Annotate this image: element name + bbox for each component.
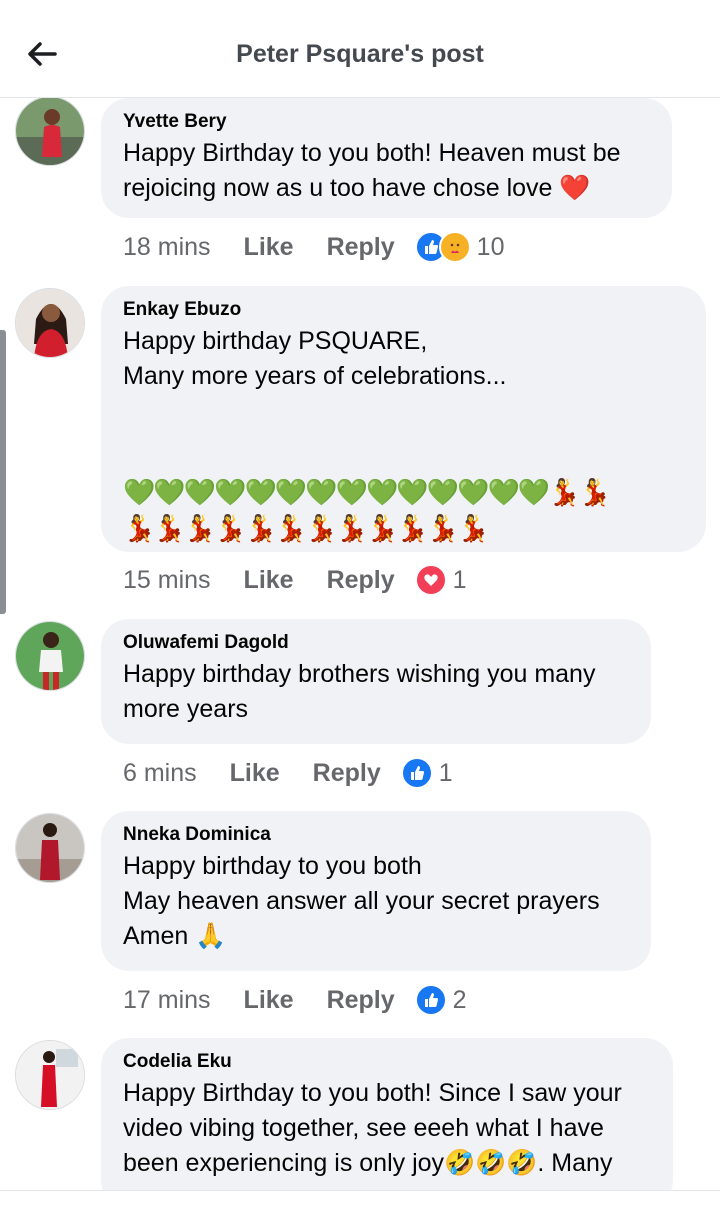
reaction-count: 1 xyxy=(452,565,467,594)
avatar-photo xyxy=(16,98,84,165)
comment-author[interactable]: Yvette Bery xyxy=(123,110,650,134)
reaction-count: 10 xyxy=(476,232,505,261)
avatar[interactable] xyxy=(15,813,85,883)
avatar[interactable] xyxy=(15,1040,85,1110)
reactions-summary[interactable]: 10 xyxy=(414,231,505,263)
comment-author[interactable]: Oluwafemi Dagold xyxy=(123,631,629,655)
reactions-summary[interactable]: 2 xyxy=(414,984,467,1016)
comment-bubble[interactable]: Nneka Dominica Happy birthday to you bot… xyxy=(101,811,651,971)
avatar-photo xyxy=(16,814,84,882)
reply-button[interactable]: Reply xyxy=(327,233,395,262)
reactions-summary[interactable]: 1 xyxy=(414,564,467,596)
reply-button[interactable]: Reply xyxy=(327,986,395,1015)
comment-text: Happy Birthday to you both! Since I saw … xyxy=(123,1079,622,1177)
reaction-count: 1 xyxy=(438,758,453,787)
comment-emojis: 💚💚💚💚💚💚💚💚💚💚💚💚💚💚💃💃 💃💃💃💃💃💃💃💃💃💃💃💃 xyxy=(123,477,611,543)
reply-button[interactable]: Reply xyxy=(313,759,381,788)
page-title: Peter Psquare's post xyxy=(236,40,484,68)
reaction-count: 2 xyxy=(452,985,467,1014)
avatar-photo xyxy=(16,289,84,357)
comment-bubble[interactable]: Enkay Ebuzo Happy birthday PSQUARE, Many… xyxy=(101,286,706,552)
comment-text: Happy birthday to you both May heaven an… xyxy=(123,852,600,950)
like-icon xyxy=(414,984,447,1016)
comment-actions: 15 mins Like Reply 1 xyxy=(123,564,467,596)
comment-time[interactable]: 18 mins xyxy=(123,233,211,262)
comment-author[interactable]: Nneka Dominica xyxy=(123,823,629,847)
comment-author[interactable]: Enkay Ebuzo xyxy=(123,298,684,322)
comment-text: Happy Birthday to you both! Heaven must … xyxy=(123,139,621,202)
care-icon xyxy=(438,231,471,263)
comment-text: Happy birthday PSQUARE, Many more years … xyxy=(123,327,507,390)
comment-bubble[interactable]: Yvette Bery Happy Birthday to you both! … xyxy=(101,98,672,218)
comment-time[interactable]: 6 mins xyxy=(123,759,197,788)
reply-button[interactable]: Reply xyxy=(327,566,395,595)
like-button[interactable]: Like xyxy=(244,986,294,1015)
avatar[interactable] xyxy=(15,98,85,166)
comment-bubble[interactable]: Codelia Eku Happy Birthday to you both! … xyxy=(101,1038,673,1190)
love-icon xyxy=(414,564,447,596)
post-header: Peter Psquare's post xyxy=(0,14,720,98)
bottom-edge xyxy=(0,1190,720,1205)
avatar[interactable] xyxy=(15,621,85,691)
comment-author[interactable]: Codelia Eku xyxy=(123,1050,651,1074)
like-button[interactable]: Like xyxy=(230,759,280,788)
comment-time[interactable]: 15 mins xyxy=(123,566,211,595)
comment-text: Happy birthday brothers wishing you many… xyxy=(123,660,596,723)
status-bar xyxy=(0,0,720,14)
like-button[interactable]: Like xyxy=(244,233,294,262)
scrollbar[interactable] xyxy=(0,330,6,614)
comment-actions: 18 mins Like Reply 10 xyxy=(123,231,505,263)
comment-time[interactable]: 17 mins xyxy=(123,986,211,1015)
comment-bubble[interactable]: Oluwafemi Dagold Happy birthday brothers… xyxy=(101,619,651,744)
like-icon xyxy=(400,757,433,789)
comment-actions: 6 mins Like Reply 1 xyxy=(123,757,453,789)
comment-actions: 17 mins Like Reply 2 xyxy=(123,984,467,1016)
avatar-photo xyxy=(16,622,84,690)
avatar[interactable] xyxy=(15,288,85,358)
reactions-summary[interactable]: 1 xyxy=(400,757,453,789)
avatar-photo xyxy=(16,1041,84,1109)
like-button[interactable]: Like xyxy=(244,566,294,595)
comments-feed[interactable]: Yvette Bery Happy Birthday to you both! … xyxy=(0,98,720,1190)
